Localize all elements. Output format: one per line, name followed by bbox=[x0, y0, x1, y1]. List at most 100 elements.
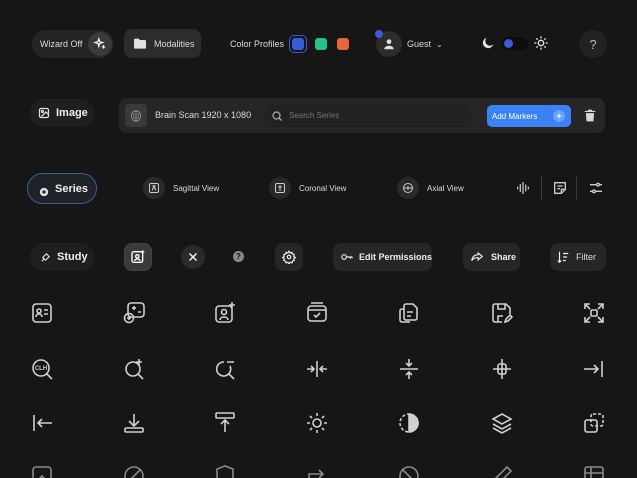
share-icon bbox=[470, 250, 484, 264]
swatch-green[interactable] bbox=[315, 38, 327, 50]
brain-thumbnail bbox=[125, 104, 147, 127]
study-button[interactable]: Study bbox=[30, 243, 94, 271]
user-image-plus-icon bbox=[130, 249, 146, 265]
search-icon bbox=[271, 110, 283, 122]
focus-expand-icon[interactable] bbox=[582, 301, 606, 325]
divider bbox=[541, 176, 542, 200]
file-label: Brain Scan 1920 x 1080 bbox=[155, 110, 252, 120]
waveform-icon[interactable] bbox=[515, 180, 531, 196]
plus-circle-icon bbox=[553, 110, 565, 122]
close-button[interactable] bbox=[181, 245, 205, 269]
note-icon[interactable] bbox=[552, 180, 568, 196]
theme-toggle[interactable] bbox=[502, 37, 528, 50]
axial-view-button[interactable]: Axial View bbox=[397, 177, 464, 199]
search-field[interactable] bbox=[265, 104, 471, 127]
series-label: Series bbox=[55, 182, 89, 195]
user-card-icon[interactable] bbox=[30, 301, 54, 325]
globe-icon[interactable] bbox=[397, 464, 421, 478]
help-small-button[interactable]: ? bbox=[233, 251, 244, 262]
search-clh-icon[interactable]: CLH bbox=[30, 357, 54, 381]
modalities-label: Modalities bbox=[154, 38, 195, 49]
download-icon[interactable] bbox=[122, 411, 146, 435]
sparkle-icon[interactable] bbox=[88, 32, 112, 56]
svg-text:CLH: CLH bbox=[35, 366, 47, 372]
filter-label: Filter bbox=[576, 252, 596, 262]
ruler-icon[interactable] bbox=[490, 464, 514, 478]
avatar bbox=[375, 30, 402, 57]
gear-icon bbox=[282, 250, 296, 264]
help-glyph: ? bbox=[589, 36, 597, 52]
user-label: Guest bbox=[407, 39, 432, 49]
disabled-icon[interactable] bbox=[122, 464, 146, 478]
upload-bar-icon[interactable] bbox=[213, 411, 237, 435]
axial-icon bbox=[397, 177, 419, 199]
wizard-toggle[interactable]: Wizard Off bbox=[32, 30, 114, 58]
image-button[interactable]: Image bbox=[30, 99, 94, 127]
swatch-blue[interactable] bbox=[292, 38, 304, 50]
series-bar: Brain Scan 1920 x 1080 Add Markers bbox=[119, 98, 605, 133]
sun-icon[interactable] bbox=[533, 35, 549, 51]
chevron-down-icon: ⌄ bbox=[436, 39, 443, 49]
sagittal-label: Sagittal View bbox=[173, 183, 220, 193]
login-arrow-icon[interactable] bbox=[582, 357, 606, 381]
copy-dashed-icon[interactable] bbox=[582, 411, 606, 435]
modalities-button[interactable]: Modalities bbox=[124, 29, 201, 58]
zoom-out-icon[interactable] bbox=[213, 357, 237, 381]
zoom-in-icon[interactable] bbox=[122, 357, 146, 381]
divider bbox=[576, 176, 577, 200]
sort-filter-icon bbox=[556, 250, 570, 264]
close-icon bbox=[187, 251, 199, 263]
sliders-icon[interactable] bbox=[588, 180, 604, 196]
online-dot bbox=[375, 30, 383, 38]
sagittal-view-button[interactable]: Sagittal View bbox=[143, 177, 219, 199]
study-label: Study bbox=[57, 251, 88, 263]
edit-permissions-label: Edit Permissions bbox=[358, 252, 432, 262]
coronal-icon bbox=[269, 177, 291, 199]
shield-icon[interactable] bbox=[213, 464, 237, 478]
brightness-icon[interactable] bbox=[305, 411, 329, 435]
image-icon bbox=[38, 107, 50, 119]
swatch-orange[interactable] bbox=[337, 38, 349, 50]
inbox-check-icon[interactable] bbox=[305, 301, 329, 325]
search-input[interactable] bbox=[289, 111, 459, 120]
user-image-add-icon[interactable] bbox=[213, 301, 237, 325]
question-icon: ? bbox=[236, 252, 241, 261]
forward-icon[interactable] bbox=[305, 464, 329, 478]
add-user-image-button[interactable] bbox=[124, 243, 152, 271]
share-button[interactable]: Share bbox=[463, 243, 520, 271]
collapse-horizontal-icon[interactable] bbox=[305, 357, 329, 381]
collapse-vertical-icon[interactable] bbox=[397, 357, 421, 381]
theme-toggle-knob bbox=[504, 39, 513, 48]
layers-icon[interactable] bbox=[490, 411, 514, 435]
wizard-label: Wizard Off bbox=[40, 39, 83, 49]
user-menu[interactable]: Guest ⌄ bbox=[375, 30, 446, 58]
folder-icon bbox=[132, 36, 148, 52]
documents-copy-icon[interactable] bbox=[397, 301, 421, 325]
add-markers-label: Add Markers bbox=[492, 111, 538, 121]
coronal-label: Coronal View bbox=[299, 183, 347, 193]
series-button[interactable]: Series bbox=[27, 173, 97, 204]
add-markers-button[interactable]: Add Markers bbox=[487, 105, 571, 127]
help-button[interactable]: ? bbox=[579, 30, 607, 58]
moon-icon[interactable] bbox=[480, 35, 496, 51]
sagittal-icon bbox=[143, 177, 165, 199]
settings-button[interactable] bbox=[275, 243, 303, 271]
share-label: Share bbox=[491, 252, 517, 262]
coronal-view-button[interactable]: Coronal View bbox=[269, 177, 346, 199]
image-label: Image bbox=[56, 107, 88, 119]
image-icon[interactable] bbox=[30, 464, 54, 478]
align-center-icon[interactable] bbox=[490, 357, 514, 381]
series-icon bbox=[39, 184, 49, 196]
filter-button[interactable]: Filter bbox=[550, 243, 606, 271]
key-icon bbox=[340, 250, 354, 264]
axial-label: Axial View bbox=[427, 183, 464, 193]
contrast-icon[interactable] bbox=[397, 411, 421, 435]
save-edit-icon[interactable] bbox=[490, 301, 514, 325]
table-icon[interactable] bbox=[582, 464, 606, 478]
trash-icon[interactable] bbox=[583, 108, 597, 123]
color-profiles-label: Color Profiles bbox=[230, 39, 285, 49]
study-icon bbox=[40, 252, 51, 263]
edit-permissions-button[interactable]: Edit Permissions bbox=[333, 243, 432, 271]
calculator-plus-icon[interactable] bbox=[122, 301, 146, 325]
arrow-left-bar-icon[interactable] bbox=[30, 411, 54, 435]
